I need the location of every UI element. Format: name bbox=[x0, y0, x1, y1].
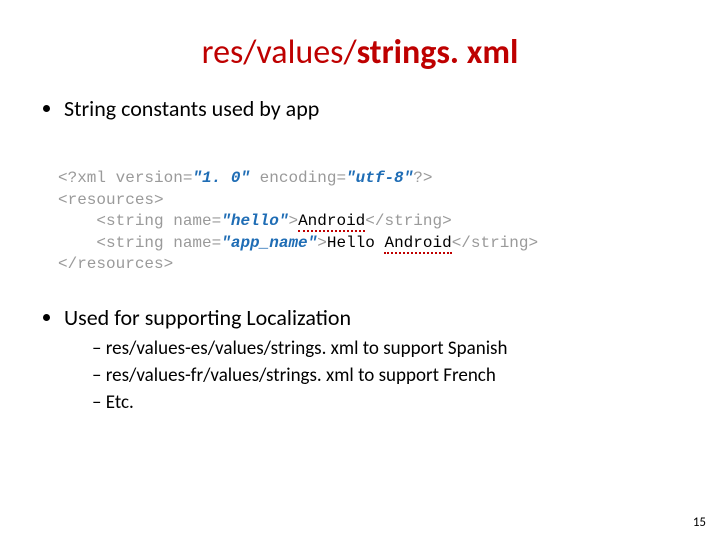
code-block: <?xml version="1. 0" encoding="utf-8"?> … bbox=[58, 168, 680, 276]
bullet-1: String constants used by app bbox=[64, 95, 680, 122]
title-prefix: res/values/ bbox=[202, 32, 357, 73]
title-bold: strings. xml bbox=[357, 32, 519, 73]
bullet-list: String constants used by app bbox=[64, 95, 680, 122]
sub-bullet-3: Etc. bbox=[92, 391, 680, 414]
slide-title: res/values/strings. xml bbox=[40, 32, 680, 73]
code-line-1: <?xml version="1. 0" encoding="utf-8"?> bbox=[58, 168, 680, 190]
sub-bullet-list: res/values-es/values/strings. xml to sup… bbox=[92, 337, 680, 414]
code-line-2: <resources> bbox=[58, 190, 680, 212]
code-line-5: </resources> bbox=[58, 254, 680, 276]
bullet-2-text: Used for supporting Localization bbox=[64, 304, 351, 331]
sub-bullet-1: res/values-es/values/strings. xml to sup… bbox=[92, 337, 680, 360]
bullet-list-2: Used for supporting Localization res/val… bbox=[64, 304, 680, 414]
page-number: 15 bbox=[693, 515, 706, 530]
code-line-3: <string name="hello">Android</string> bbox=[58, 211, 680, 233]
sub-bullet-2: res/values-fr/values/strings. xml to sup… bbox=[92, 364, 680, 387]
code-line-4: <string name="app_name">Hello Android</s… bbox=[58, 233, 680, 255]
bullet-2: Used for supporting Localization res/val… bbox=[64, 304, 680, 414]
slide: res/values/strings. xml String constants… bbox=[0, 0, 720, 540]
